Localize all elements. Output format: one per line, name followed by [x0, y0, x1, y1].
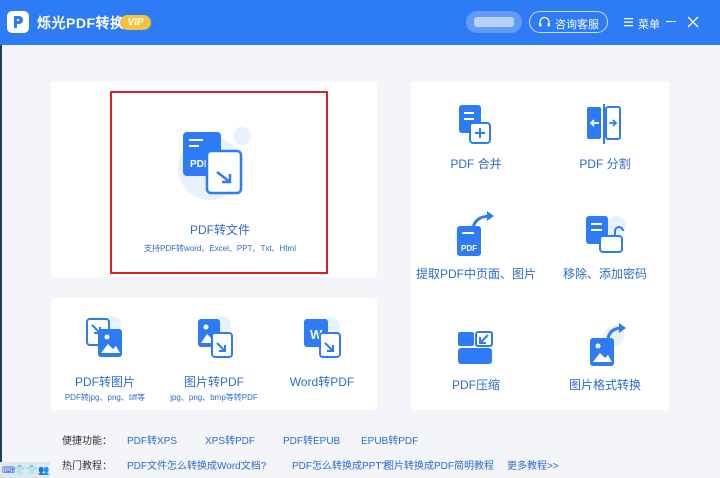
- shirt-icon[interactable]: 👕: [14, 465, 25, 476]
- tools-card: [411, 81, 669, 410]
- shortcut-link[interactable]: PDF转EPUB: [283, 432, 340, 447]
- vip-badge[interactable]: VIP: [120, 15, 151, 30]
- shirt-icon[interactable]: 👕: [26, 465, 37, 476]
- pdf-to-image-subtitle: PDF转jpg、png、tiff等: [64, 393, 146, 402]
- word-to-pdf-title[interactable]: Word转PDF: [282, 373, 362, 390]
- shortcuts-label: 便捷功能：: [62, 436, 112, 447]
- shortcuts-row: 便捷功能：: [62, 432, 112, 447]
- support-label: 咨询客服: [555, 19, 599, 31]
- minimize-button[interactable]: [666, 21, 676, 22]
- password-icon: [586, 216, 626, 253]
- svg-text:PDF: PDF: [461, 244, 477, 253]
- image-format-icon: [590, 323, 626, 366]
- compress-icon: [458, 331, 493, 364]
- tutorial-link[interactable]: PDF文件怎么转换成Word文档?: [127, 457, 266, 472]
- headset-icon: [539, 16, 550, 27]
- image-to-pdf-title[interactable]: 图片转PDF: [174, 373, 254, 390]
- compress-label[interactable]: PDF压缩: [436, 376, 516, 393]
- tutorial-link[interactable]: 图片转换成PDF简明教程: [384, 457, 494, 472]
- split-icon: [587, 104, 621, 144]
- menu-icon: [624, 18, 633, 27]
- split-label[interactable]: PDF 分割: [565, 155, 645, 172]
- side-strip: [0, 45, 2, 465]
- people-icon[interactable]: 👥: [38, 465, 49, 476]
- image-to-pdf-icon: [198, 316, 233, 358]
- close-icon[interactable]: [685, 14, 701, 30]
- image-format-label[interactable]: 图片格式转换: [555, 376, 655, 393]
- title-bar: 烁光PDF转换器 VIP 咨询客服 菜单: [0, 0, 720, 45]
- app-logo-icon: [7, 11, 29, 33]
- shortcut-link[interactable]: EPUB转PDF: [361, 432, 418, 447]
- pdf-to-image-title[interactable]: PDF转图片: [65, 373, 145, 390]
- extract-label[interactable]: 提取PDF中页面、图片: [416, 265, 536, 282]
- extract-icon: PDF: [455, 211, 494, 256]
- tutorials-row: 热门教程：: [62, 457, 112, 472]
- image-to-pdf-subtitle: jpg、png、bmp等转PDF: [170, 393, 258, 402]
- password-label[interactable]: 移除、添加密码: [550, 265, 660, 282]
- shortcut-link[interactable]: XPS转PDF: [205, 432, 255, 447]
- tutorial-link[interactable]: PDF怎么转换成PPT?: [292, 457, 387, 472]
- word-to-pdf-icon: W: [304, 317, 341, 358]
- menu-label: 菜单: [638, 19, 660, 31]
- tutorials-label: 热门教程：: [62, 461, 112, 472]
- more-tutorials-link[interactable]: 更多教程>>: [507, 457, 559, 472]
- pdf-to-image-icon: [86, 316, 122, 357]
- support-button[interactable]: 咨询客服: [529, 11, 608, 33]
- selection-highlight: [110, 91, 328, 274]
- shortcut-link[interactable]: PDF转XPS: [127, 432, 177, 447]
- merge-label[interactable]: PDF 合并: [436, 155, 516, 172]
- user-account-button[interactable]: [466, 11, 522, 33]
- merge-icon: [459, 105, 491, 144]
- username-blurred: [474, 17, 514, 27]
- taskbar-fragment: ⌨ 👕 👕 👥: [0, 462, 50, 478]
